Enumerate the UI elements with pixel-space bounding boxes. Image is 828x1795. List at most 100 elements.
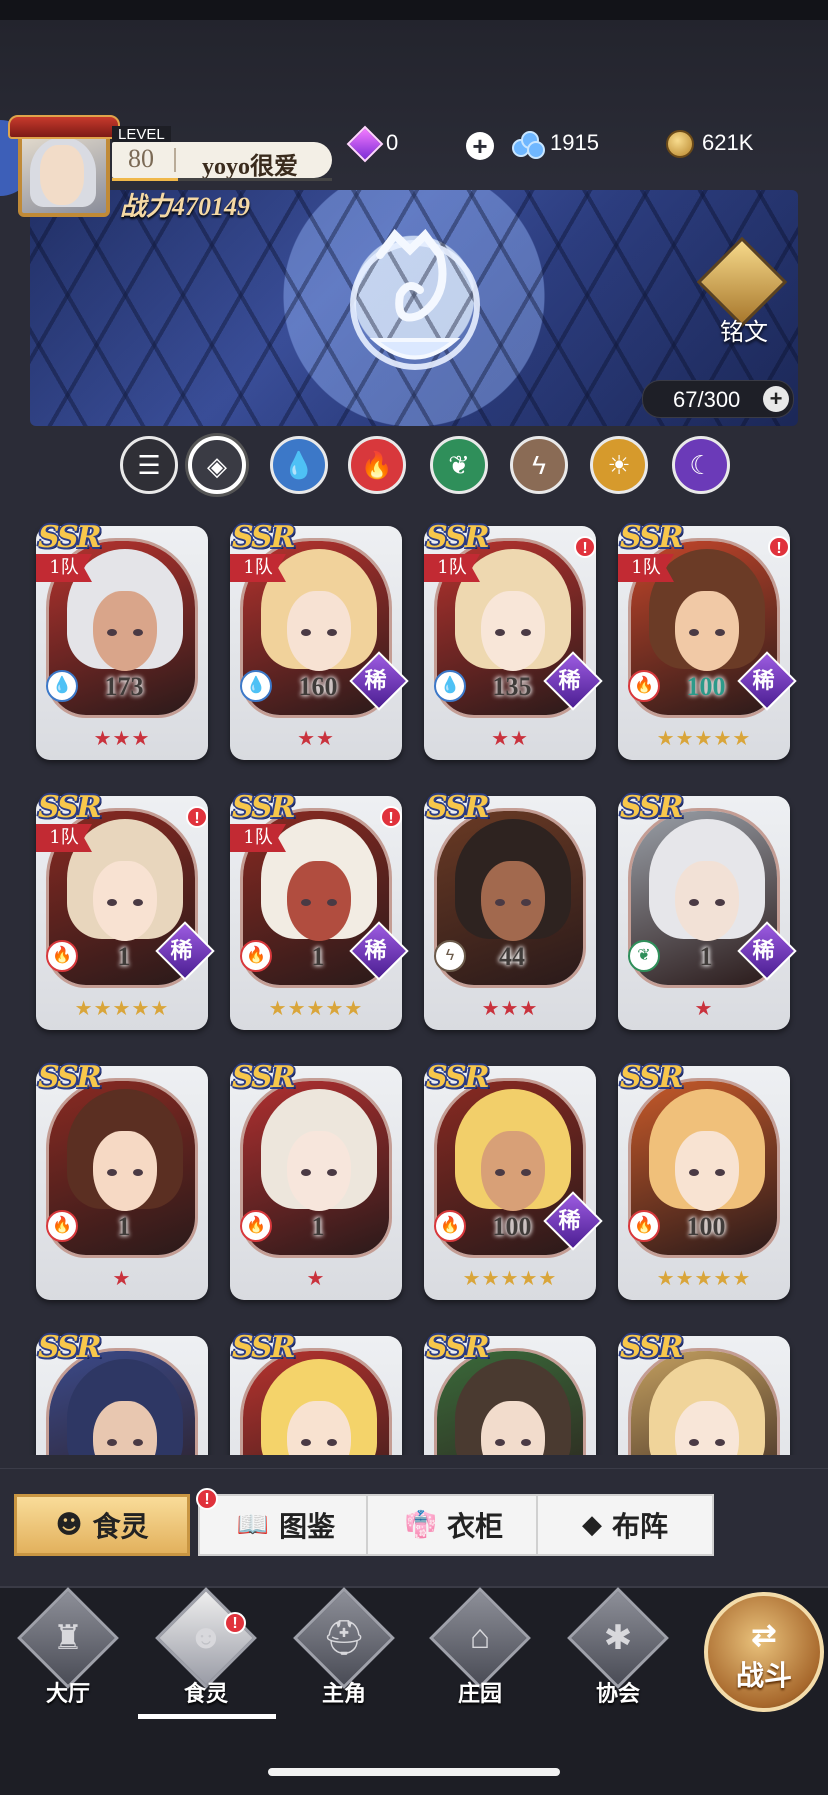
filter-dark-icon[interactable]: ☾ [672,436,730,494]
gem-icon [346,125,384,163]
collection-count-text: 67/300 [673,387,741,412]
tab-label: 衣柜 [447,1510,504,1543]
star-rating: ★ [112,1268,132,1290]
tab-2[interactable]: 👘 衣柜 [366,1494,542,1556]
element-fire-icon: 🔥 [628,1210,660,1242]
element-filter-bar: ☰ ◈ 💧 🔥 ❦ ϟ ☀ ☾ [120,436,730,496]
rarity-badge: SSR [426,1060,490,1095]
nav-icon: ⌂ [469,1618,491,1656]
star-rating: ★★★★★ [462,1268,558,1290]
food-soul-card[interactable]: SSR ϟ 44 ★★★ [424,790,600,1030]
home-indicator[interactable] [268,1768,560,1776]
element-water-icon: 💧 [240,670,272,702]
rarity-badge: SSR [232,1060,296,1095]
star-rating: ★★★★★ [656,728,752,750]
nav-icon: ✱ [603,1619,633,1657]
food-soul-card[interactable]: SSR 1队 💧 173 ★★★ [36,520,212,760]
star-rating: ★★★★★ [268,998,364,1020]
rarity-badge: SSR [38,1060,102,1095]
filter-fire-icon[interactable]: 🔥 [348,436,406,494]
rarity-badge: SSR [38,1330,102,1365]
card-level: 1 [311,942,325,971]
food-soul-card[interactable]: SSR [230,1330,406,1455]
nav-label: 大厅 [45,1682,90,1707]
filter-water-icon[interactable]: 💧 [270,436,328,494]
tab-label: 图鉴 [279,1510,336,1543]
element-fire-icon: 🔥 [240,940,272,972]
tab-1[interactable]: 📖 图鉴 [198,1494,374,1556]
food-soul-card[interactable]: SSR 1队! 🔥 100 稀 ★★★★★ [618,520,797,760]
tab-3[interactable]: ◆ 布阵 [536,1494,714,1556]
nav-item-1[interactable]: ☻ 食灵 [146,1587,266,1707]
card-level: 173 [104,672,144,701]
food-soul-card[interactable]: SSR 1队! 🔥 1 稀 ★★★★★ [36,790,215,1030]
food-soul-card[interactable]: SSR 🔥 1 ★ [230,1060,406,1300]
expand-capacity-button[interactable]: + [763,386,789,412]
crystal-icon [512,131,545,160]
food-soul-card[interactable]: SSR 1队 💧 160 稀 ★★ [230,520,409,760]
battle-button[interactable]: ⇄ 战斗 [704,1592,824,1712]
rarity-badge: SSR [620,790,684,825]
food-soul-card[interactable]: SSR [424,1330,600,1455]
filter-list-icon[interactable]: ☰ [120,436,178,494]
team-tag: 1队 [230,554,286,582]
rarity-badge: SSR [232,790,296,825]
alert-badge: ! [186,806,208,828]
filter-thunder-icon[interactable]: ϟ [510,436,568,494]
nav-icon: ☻ [188,1618,224,1656]
tab-0[interactable]: ☻ 食灵 [14,1494,190,1556]
nav-item-0[interactable]: ♜ 大厅 [8,1587,128,1707]
filter-light-icon[interactable]: ☀ [590,436,648,494]
level-label: LEVEL [112,126,171,143]
nav-label: 协会 [595,1682,640,1707]
rune-label[interactable]: 铭文 [720,312,768,347]
nav-label: 食灵 [183,1682,228,1707]
food-soul-card[interactable]: SSR [36,1330,212,1455]
nav-item-3[interactable]: ⌂ 庄园 [420,1587,540,1707]
tab-label: 布阵 [611,1510,668,1543]
element-thunder-icon: ϟ [434,940,466,972]
player-level: 80 [128,144,154,173]
team-tag: 1队 [36,554,92,582]
filter-wind-icon[interactable]: ❦ [430,436,488,494]
nav-item-2[interactable]: ⛑ 主角 [284,1587,404,1707]
rarity-badge: SSR [620,1060,684,1095]
nav-label: 主角 [321,1682,366,1707]
card-level: 100 [686,1212,726,1241]
avatar[interactable] [8,115,120,223]
nav-icon: ⛑ [322,1619,366,1657]
element-fire-icon: 🔥 [628,670,660,702]
card-level: 160 [298,672,338,701]
card-level: 135 [492,672,532,701]
food-soul-card[interactable]: SSR 🔥 100 ★★★★★ [618,1060,794,1300]
player-name-bar[interactable]: 80 yoyo很爱 [112,142,332,180]
food-soul-card[interactable]: SSR ❦ 1 稀 ★ [618,790,797,1030]
food-soul-card[interactable]: SSR 🔥 1 ★ [36,1060,212,1300]
filter-all-icon[interactable]: ◈ [188,436,246,494]
card-level: 1 [117,1212,131,1241]
nav-item-4[interactable]: ✱ 协会 [558,1587,678,1707]
food-soul-card[interactable]: SSR 1队! 💧 135 稀 ★★ [424,520,603,760]
add-gems-button[interactable]: + [466,132,502,161]
star-rating: ★★ [297,728,335,750]
crystal-counter: 1915 [512,130,599,160]
tab-alert-badge: ! [196,1488,218,1510]
tab-icon: 👘 [404,1510,438,1540]
star-rating: ★★★ [481,998,539,1020]
element-water-icon: 💧 [46,670,78,702]
plus-icon[interactable]: + [466,132,494,161]
combat-power: 战力470149 [120,192,251,221]
card-level: 1 [117,942,131,971]
alert-badge: ! [380,806,402,828]
card-level: 44 [499,942,525,971]
rarity-badge: SSR [232,1330,296,1365]
star-rating: ★ [306,1268,326,1290]
rarity-badge: SSR [620,1330,684,1365]
card-level: 1 [311,1212,325,1241]
xp-bar [112,178,332,181]
rarity-badge: SSR [426,1330,490,1365]
food-soul-card[interactable]: SSR 1队! 🔥 1 稀 ★★★★★ [230,790,409,1030]
element-fire-icon: 🔥 [240,1210,272,1242]
food-soul-card[interactable]: SSR 🔥 100 稀 ★★★★★ [424,1060,603,1300]
food-soul-card[interactable]: SSR [618,1330,794,1455]
